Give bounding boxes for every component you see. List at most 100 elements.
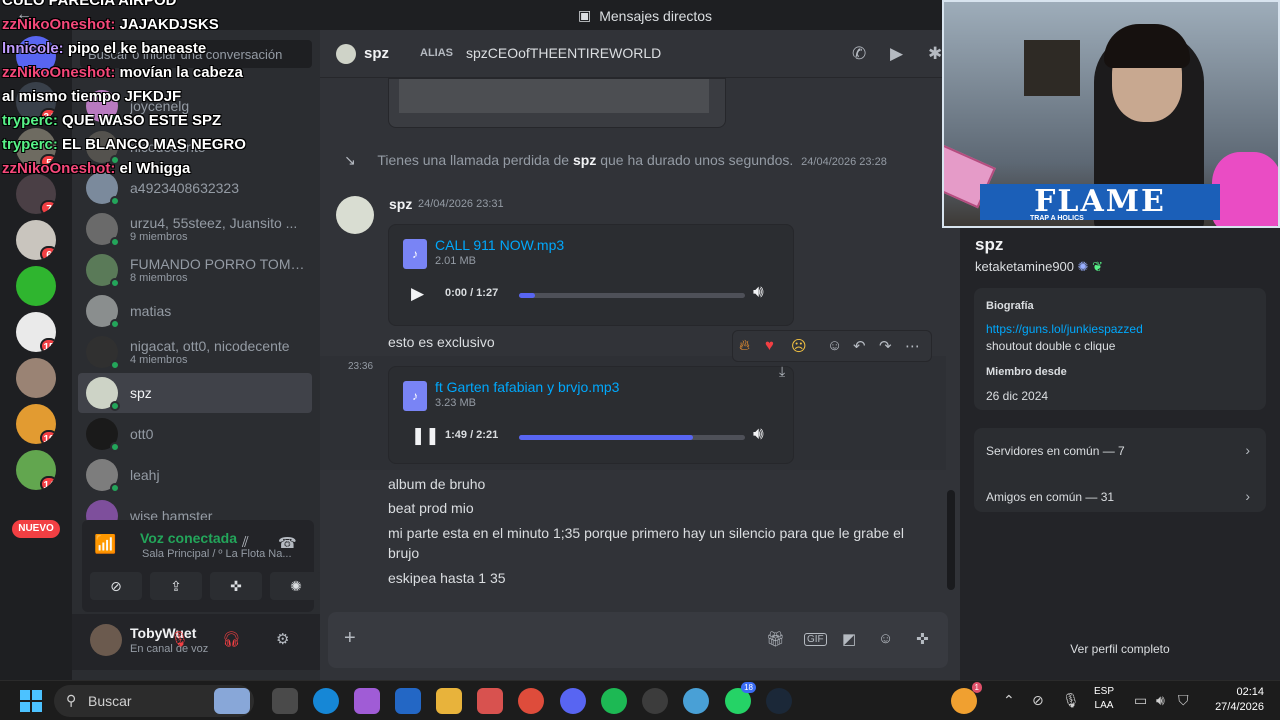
task-view-icon[interactable] xyxy=(272,688,298,714)
image-attachment[interactable] xyxy=(388,78,726,128)
download-icon[interactable]: ⤓ xyxy=(779,363,785,380)
language-indicator[interactable]: ESP LAA xyxy=(1094,685,1114,713)
message-actions-bar: 🔥︎ ♥ ☹ ☺ ↶ ↷ ⋯ xyxy=(732,330,932,362)
volume-icon[interactable]: 🔊︎ xyxy=(753,424,764,444)
file-name[interactable]: ft Garten fafabian y brvjo.mp3 xyxy=(435,379,619,395)
audio-progress-bar[interactable] xyxy=(519,293,745,298)
pin-icon[interactable]: ✱ xyxy=(928,44,942,64)
app-icon[interactable] xyxy=(683,688,709,714)
steam-icon[interactable] xyxy=(766,688,792,714)
dm-name: leahj xyxy=(130,467,160,483)
dm-item[interactable]: FUMANDO PORRO TOMA... 8 miembros xyxy=(78,250,312,290)
activities-button[interactable]: ✜ xyxy=(210,572,262,600)
camera-button[interactable]: ⊘ xyxy=(90,572,142,600)
server-icon[interactable]: 6 xyxy=(16,220,56,260)
server-icon[interactable] xyxy=(16,266,56,306)
mic-muted-icon[interactable]: 🎙︎ xyxy=(170,630,189,648)
audio-progress-bar[interactable] xyxy=(519,435,745,440)
overlay-chat-text: pipo el ke baneaste xyxy=(63,40,207,57)
display-icon[interactable]: ▭ xyxy=(1134,692,1147,709)
noise-suppression-icon[interactable]: ⫽ xyxy=(242,534,249,551)
notification-app-icon[interactable]: 1 xyxy=(951,682,982,714)
reply-icon[interactable]: ↶ xyxy=(853,337,866,355)
call-icon[interactable]: ✆ xyxy=(852,44,866,64)
fire-emoji-icon[interactable]: 🔥︎ xyxy=(739,337,750,354)
scrollbar[interactable] xyxy=(947,490,955,590)
avatar xyxy=(86,254,120,288)
mutual-servers[interactable]: Servidores en común — 7 xyxy=(986,444,1125,458)
server-icon[interactable] xyxy=(16,358,56,398)
message-author[interactable]: spz xyxy=(389,196,412,212)
chrome-icon[interactable] xyxy=(518,688,544,714)
soundboard-button[interactable]: ✺ xyxy=(270,572,322,600)
volume-icon[interactable]: 🔊︎ xyxy=(753,282,764,302)
gear-icon[interactable]: ⚙ xyxy=(276,630,289,648)
speaker-icon[interactable]: 🔊︎ xyxy=(1156,692,1165,709)
screen-share-button[interactable]: ⇪ xyxy=(150,572,202,600)
outlook-icon[interactable] xyxy=(395,688,421,714)
avatar xyxy=(336,44,356,64)
missed-call-notice: ↘ Tienes una llamada perdida de spz que … xyxy=(344,152,887,168)
more-options-icon[interactable]: ⋯ xyxy=(905,337,920,355)
message-composer[interactable]: + 🎁︎ GIF ◩ ☺ ✜ xyxy=(328,612,948,668)
store-icon[interactable] xyxy=(477,688,503,714)
add-reaction-icon[interactable]: ☺ xyxy=(827,337,842,354)
bio-link[interactable]: https://guns.lol/junkiespazzed xyxy=(986,322,1143,336)
audio-time: 0:00 / 1:27 xyxy=(445,287,499,299)
microphone-icon[interactable]: 🎙︎ xyxy=(1062,692,1080,709)
shield-icon[interactable]: ⛉ xyxy=(1178,692,1189,709)
gif-icon[interactable]: GIF xyxy=(804,633,827,646)
mutual-friends[interactable]: Amigos en común — 31 xyxy=(986,490,1114,504)
clock[interactable]: 02:14 27/4/2026 xyxy=(1204,685,1264,715)
avatar[interactable] xyxy=(90,624,122,656)
disconnect-icon[interactable]: ☎ xyxy=(278,534,297,552)
chevron-right-icon[interactable]: › xyxy=(1245,442,1250,458)
edge-icon[interactable] xyxy=(313,688,339,714)
spotify-icon[interactable] xyxy=(601,688,627,714)
dm-item[interactable]: leahj xyxy=(78,455,312,495)
taskbar-search[interactable]: ⚲ Buscar xyxy=(54,685,254,717)
video-call-icon[interactable]: ▶ xyxy=(890,44,903,64)
headphones-muted-icon[interactable]: 🎧︎ xyxy=(222,630,241,648)
chevron-right-icon[interactable]: › xyxy=(1245,488,1250,504)
voice-channel[interactable]: Sala Principal / º La Flota Na... xyxy=(142,548,292,560)
status-indicator xyxy=(110,442,120,452)
whatsapp-icon[interactable]: 18 xyxy=(725,682,756,714)
play-icon[interactable]: ▶ xyxy=(411,284,424,304)
file-explorer-icon[interactable] xyxy=(436,688,462,714)
server-icon[interactable]: 7 xyxy=(16,174,56,214)
dm-item[interactable]: urzu4, 55steez, Juansito ... 9 miembros xyxy=(78,209,312,249)
dm-item[interactable]: ott0 xyxy=(78,414,312,454)
dm-item[interactable]: spz xyxy=(78,373,312,413)
discord-icon[interactable] xyxy=(560,688,586,714)
avatar xyxy=(86,295,120,329)
emoji-icon[interactable]: ☺ xyxy=(878,630,893,647)
dm-label: spz xyxy=(130,385,310,401)
server-icon[interactable]: 15 xyxy=(16,312,56,352)
obs-icon[interactable] xyxy=(642,688,668,714)
avatar[interactable] xyxy=(336,196,374,234)
dm-name: matias xyxy=(130,303,172,319)
add-attachment-icon[interactable]: + xyxy=(344,627,356,650)
dm-item[interactable]: matias xyxy=(78,291,312,331)
avatar xyxy=(86,418,120,452)
chevron-up-icon[interactable]: ⌃ xyxy=(1003,692,1015,709)
chat-area: spz ALIAS spzCEOofTHEENTIREWORLD ✆ ▶ ✱ ↘… xyxy=(320,30,960,680)
file-name[interactable]: CALL 911 NOW.mp3 xyxy=(435,237,564,253)
copilot-icon[interactable] xyxy=(354,688,380,714)
forward-icon[interactable]: ↷ xyxy=(879,337,892,355)
crying-emoji-icon[interactable]: ☹ xyxy=(791,337,807,355)
server-icon[interactable]: 14 xyxy=(16,450,56,490)
heart-emoji-icon[interactable]: ♥ xyxy=(765,337,774,354)
network-off-icon[interactable]: ⊘ xyxy=(1032,692,1044,709)
dm-name: nigacat, ott0, nicodecente xyxy=(130,338,290,354)
apps-icon[interactable]: ✜ xyxy=(916,630,929,648)
sticker-icon[interactable]: ◩ xyxy=(842,630,856,648)
pause-icon[interactable]: ❚❚ xyxy=(411,426,440,446)
dm-item[interactable]: nigacat, ott0, nicodecente 4 miembros xyxy=(78,332,312,372)
server-icon[interactable]: 19 xyxy=(16,404,56,444)
gift-icon[interactable]: 🎁︎ xyxy=(766,630,785,648)
pink-buddha-sticker xyxy=(1212,152,1278,226)
windows-start-icon[interactable] xyxy=(20,690,42,712)
view-full-profile-link[interactable]: Ver perfil completo xyxy=(960,642,1280,656)
